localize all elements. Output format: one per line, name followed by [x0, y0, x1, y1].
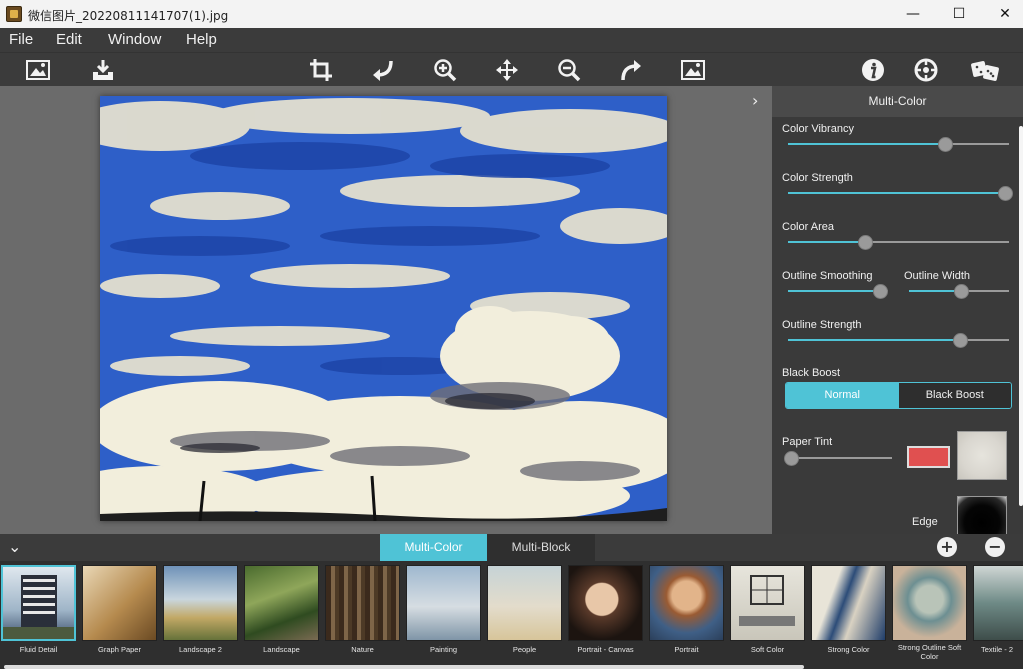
preset-thumbnail[interactable]: [487, 565, 562, 641]
paper-tint-color-swatch[interactable]: [907, 446, 950, 468]
preset-thumbnail[interactable]: [244, 565, 319, 641]
preset-strip: Fluid Detail Graph Paper Landscape 2 Lan…: [0, 561, 1023, 669]
app-icon: [6, 6, 22, 22]
slider-knob[interactable]: [997, 186, 1013, 201]
outline-smoothing-label: Outline Smoothing: [782, 270, 873, 282]
remove-preset-button[interactable]: −: [985, 537, 1005, 557]
preset-label: Fluid Detail: [19, 645, 58, 654]
preset-thumbnail[interactable]: [892, 565, 967, 641]
slider-knob[interactable]: [873, 284, 888, 299]
edge-label: Edge: [912, 516, 938, 528]
preset-thumbnail[interactable]: [406, 565, 481, 641]
window-title: 微信图片_20220811141707(1).jpg: [28, 9, 229, 23]
black-boost-label: Black Boost: [782, 367, 841, 379]
settings-panel: Multi-Color Color Vibrancy Color Strengt…: [772, 86, 1023, 534]
tab-multi-color[interactable]: Multi-Color: [380, 534, 487, 561]
tab-multi-block[interactable]: Multi-Block: [487, 534, 595, 561]
paper-tint-slider[interactable]: [784, 451, 892, 466]
open-image-icon[interactable]: [25, 57, 51, 83]
color-vibrancy-label: Color Vibrancy: [782, 123, 854, 135]
paper-tint-label: Paper Tint: [782, 436, 833, 448]
add-preset-button[interactable]: +: [937, 537, 957, 557]
preset-scrollbar[interactable]: [4, 665, 804, 669]
menu-bar: File Edit Window Help: [0, 28, 1023, 52]
outline-smoothing-slider[interactable]: [788, 284, 888, 299]
crop-icon[interactable]: [308, 57, 334, 83]
preset-thumbnail[interactable]: [568, 565, 643, 641]
preset-label: Landscape: [263, 645, 300, 654]
preset-label: Graph Paper: [98, 645, 141, 654]
redo-icon[interactable]: [618, 57, 644, 83]
chevron-down-icon[interactable]: ⌄: [8, 537, 21, 556]
preset-label: Landscape 2: [179, 645, 222, 654]
preset-label: Soft Color: [750, 645, 785, 654]
title-bar: 微信图片_20220811141707(1).jpg — ☐ ✕: [0, 0, 1023, 28]
move-icon[interactable]: [494, 57, 520, 83]
menu-file[interactable]: File: [9, 31, 33, 48]
preview-image[interactable]: [100, 96, 667, 521]
color-area-label: Color Area: [782, 221, 834, 233]
preset-thumbnail[interactable]: [973, 565, 1023, 641]
info-icon[interactable]: [860, 57, 886, 83]
preset-thumbnail[interactable]: [811, 565, 886, 641]
outline-width-slider[interactable]: [909, 284, 1009, 299]
outline-strength-slider[interactable]: [788, 333, 1009, 348]
color-area-slider[interactable]: [788, 235, 1009, 250]
edge-texture-thumbnail[interactable]: [957, 496, 1007, 534]
panel-scrollbar[interactable]: [1019, 126, 1023, 506]
outline-strength-label: Outline Strength: [782, 319, 862, 331]
preset-thumbnail[interactable]: [325, 565, 400, 641]
color-strength-slider[interactable]: [788, 186, 1013, 201]
randomize-dice-icon[interactable]: [971, 57, 1001, 83]
menu-edit[interactable]: Edit: [56, 31, 82, 48]
menu-window[interactable]: Window: [108, 31, 161, 48]
preset-label: Painting: [429, 645, 458, 654]
slider-knob[interactable]: [784, 451, 800, 466]
preset-tab-bar: ⌄ Multi-Color Multi-Block + −: [0, 534, 1023, 561]
preset-label: Strong Color: [827, 645, 870, 654]
slider-knob[interactable]: [953, 333, 969, 348]
close-button[interactable]: ✕: [982, 0, 1023, 28]
save-icon[interactable]: [90, 57, 116, 83]
settings-icon[interactable]: [913, 57, 939, 83]
preset-label: Nature: [351, 645, 374, 654]
toolbar: [0, 52, 1023, 86]
slider-knob[interactable]: [858, 235, 874, 250]
zoom-out-icon[interactable]: [556, 57, 582, 83]
maximize-button[interactable]: ☐: [936, 0, 982, 28]
fit-image-icon[interactable]: [680, 57, 706, 83]
preset-label: Textile - 2: [980, 645, 1014, 654]
preset-thumbnail[interactable]: [82, 565, 157, 641]
color-strength-label: Color Strength: [782, 172, 853, 184]
menu-help[interactable]: Help: [186, 31, 217, 48]
normal-option[interactable]: Normal: [786, 383, 899, 408]
outline-width-label: Outline Width: [904, 270, 971, 282]
preset-label: Portrait - Canvas: [577, 645, 634, 654]
slider-knob[interactable]: [937, 137, 953, 152]
preset-thumbnail[interactable]: [730, 565, 805, 641]
preset-thumbnail[interactable]: [163, 565, 238, 641]
zoom-in-icon[interactable]: [432, 57, 458, 83]
paper-texture-thumbnail[interactable]: [957, 431, 1007, 480]
preset-label: Portrait: [674, 645, 699, 654]
collapse-panel-icon[interactable]: ›: [752, 91, 758, 110]
minimize-button[interactable]: —: [890, 0, 936, 28]
black-boost-toggle: Normal Black Boost: [785, 382, 1012, 409]
preset-thumbnail[interactable]: [649, 565, 724, 641]
undo-icon[interactable]: [370, 57, 396, 83]
black-boost-option[interactable]: Black Boost: [898, 383, 1011, 408]
preset-thumbnail[interactable]: [1, 565, 76, 641]
panel-title: Multi-Color: [772, 86, 1023, 117]
preset-label: Strong Outline Soft Color: [897, 643, 962, 661]
slider-knob[interactable]: [954, 284, 969, 299]
preset-label: People: [512, 645, 537, 654]
color-vibrancy-slider[interactable]: [788, 137, 1009, 152]
